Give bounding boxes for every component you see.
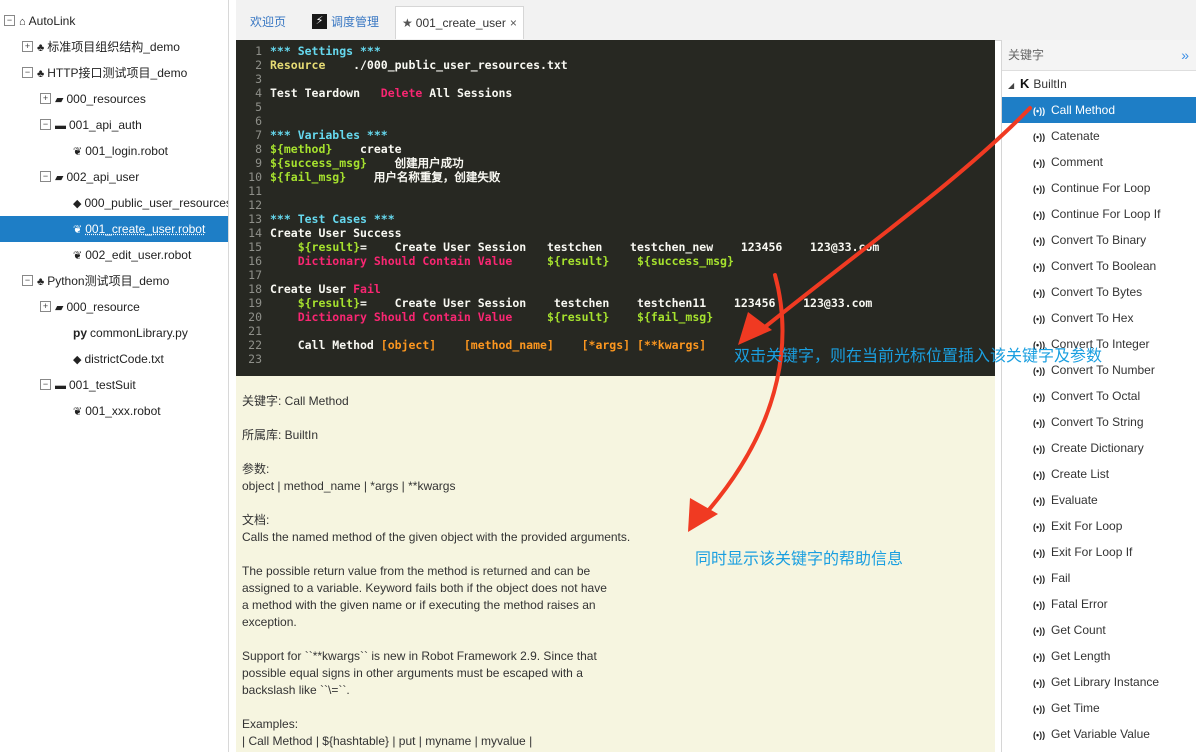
- insert-hint-text: 双击关键字，则在当前光标位置插入该关键字及参数: [734, 346, 1103, 365]
- arrow-to-editor: [753, 106, 1032, 337]
- arrow-head-editor: [738, 312, 772, 345]
- arrow-to-doc: [698, 273, 785, 522]
- annotation-arrows: [688, 106, 1032, 532]
- help-hint-text: 同时显示该关键字的帮助信息: [695, 549, 904, 568]
